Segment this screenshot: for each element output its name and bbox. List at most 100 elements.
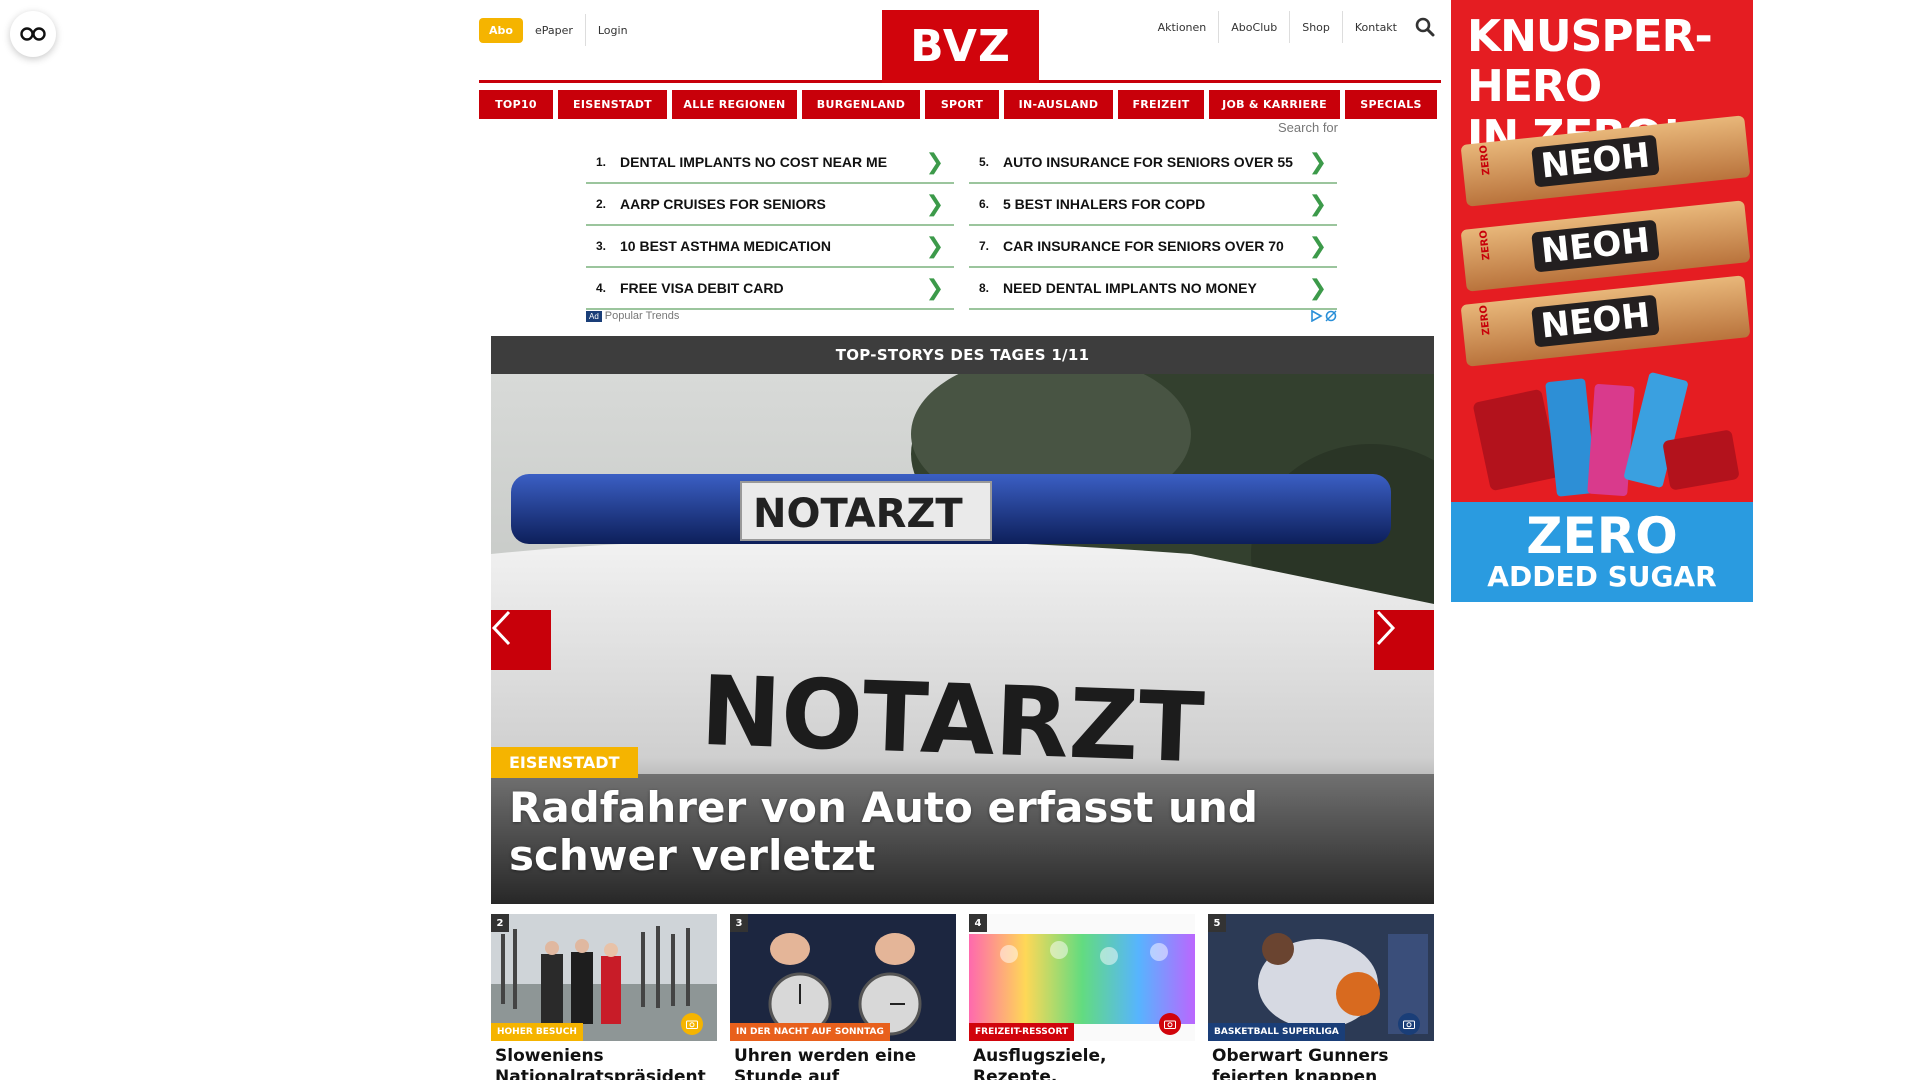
bar-side-text: ZERO (1478, 144, 1493, 176)
chevron-right-icon: ❯ (1308, 233, 1327, 259)
kontakt-link[interactable]: Kontakt (1341, 11, 1409, 43)
trend-text: NEED DENTAL IMPLANTS NO MONEY (1003, 280, 1257, 296)
aboclub-link[interactable]: AboClub (1218, 11, 1289, 43)
image-text-notarzt: NOTARZT (753, 491, 963, 537)
teaser-card[interactable]: 4 FREIZEIT-RESSORT Ausflugsziele, Rezept… (969, 914, 1195, 1080)
teaser-tag: IN DER NACHT AUF SONNTAG (730, 1023, 890, 1041)
prev-slide-button[interactable] (491, 610, 551, 670)
nav-alle-regionen[interactable]: ALLE REGIONEN (672, 90, 797, 119)
trend-link[interactable]: 4. FREE VISA DEBIT CARD ❯ (586, 268, 954, 310)
trend-number: 5. (979, 155, 990, 169)
teaser-title[interactable]: Sloweniens Nationalratspräsident (491, 1046, 717, 1080)
teaser-photo (730, 914, 956, 1041)
epaper-link[interactable]: ePaper (523, 14, 585, 46)
trend-link[interactable]: 7. CAR INSURANCE FOR SENIORS OVER 70 ❯ (969, 226, 1337, 268)
bar-brand: NEOH (1531, 294, 1660, 348)
main-nav: TOP10 EISENSTADT ALLE REGIONEN BURGENLAN… (479, 90, 1441, 119)
site-logo[interactable]: BVZ (882, 10, 1039, 83)
teaser-image[interactable]: 2 HOHER BESUCH (491, 914, 717, 1041)
trend-number: 2. (596, 197, 607, 211)
camera-icon (681, 1013, 703, 1035)
trend-link[interactable]: 2. AARP CRUISES FOR SENIORS ❯ (586, 184, 954, 226)
trend-text: AARP CRUISES FOR SENIORS (620, 196, 826, 212)
shop-link[interactable]: Shop (1289, 11, 1342, 43)
teaser-card[interactable]: 3 IN DER NACHT AUF SONNTAG Uhren werden … (730, 914, 956, 1080)
teaser-image[interactable]: 4 FREIZEIT-RESSORT (969, 914, 1195, 1041)
teaser-card[interactable]: 2 HOHER BESUCH Sloweniens Nationalratspr… (491, 914, 717, 1080)
trend-number: 6. (979, 197, 990, 211)
nav-eisenstadt[interactable]: EISENSTADT (558, 90, 667, 119)
trend-link[interactable]: 8. NEED DENTAL IMPLANTS NO MONEY ❯ (969, 268, 1337, 310)
teaser-rank: 2 (491, 914, 509, 932)
nav-burgenland[interactable]: BURGENLAND (802, 90, 920, 119)
teaser-image[interactable]: 5 BASKETBALL SUPERLIGA (1208, 914, 1434, 1041)
camera-icon (1159, 1013, 1181, 1035)
chevron-right-icon: ❯ (1308, 191, 1327, 217)
hero-image[interactable]: NOTARZT NOTARZT EISENSTADT Radfahrer von… (491, 374, 1434, 904)
product-bar-image: ZERO NEOH (1460, 275, 1751, 367)
page-container: Abo ePaper Login BVZ Aktionen AboClub Sh… (479, 0, 1441, 1080)
aktionen-link[interactable]: Aktionen (1146, 11, 1219, 43)
bar-side-text: ZERO (1478, 304, 1493, 336)
slider-heading: TOP-STORYS DES TAGES 1/11 (491, 336, 1434, 374)
chevron-left-icon (491, 610, 511, 646)
header-right-links: Aktionen AboClub Shop Kontakt (1146, 11, 1441, 43)
trend-text: DENTAL IMPLANTS NO COST NEAR ME (620, 154, 888, 170)
teaser-rank: 4 (969, 914, 987, 932)
trend-text: AUTO INSURANCE FOR SENIORS OVER 55 (1003, 154, 1293, 170)
adchoices-icon[interactable] (1310, 310, 1338, 322)
bar-brand: NEOH (1531, 134, 1660, 188)
bar-side-text: ZERO (1478, 229, 1493, 261)
trends-right-column: 5. AUTO INSURANCE FOR SENIORS OVER 55 ❯ … (969, 142, 1337, 310)
login-link[interactable]: Login (584, 14, 640, 46)
hero-headline[interactable]: Radfahrer von Auto erfasst und schwer ve… (509, 784, 1389, 880)
camera-icon (1398, 1013, 1420, 1035)
teaser-title[interactable]: Oberwart Gunners feierten knappen (1208, 1046, 1434, 1080)
trend-text: FREE VISA DEBIT CARD (620, 280, 784, 296)
nav-specials[interactable]: SPECIALS (1345, 90, 1437, 119)
product-bar-image: ZERO NEOH (1460, 200, 1751, 292)
header-left-links: Abo ePaper Login (479, 14, 640, 46)
chevron-right-icon: ❯ (1308, 275, 1327, 301)
product-packs-image (1473, 372, 1739, 497)
chevron-right-icon: ❯ (1308, 149, 1327, 175)
nav-freizeit[interactable]: FREIZEIT (1118, 90, 1204, 119)
search-for-label: Search for (1278, 120, 1338, 135)
ad-badge: Ad (586, 310, 602, 322)
teaser-title[interactable]: Uhren werden eine Stunde auf Sommerzeit (730, 1046, 956, 1080)
trend-link[interactable]: 6. 5 BEST INHALERS FOR COPD ❯ (969, 184, 1337, 226)
trend-number: 3. (596, 239, 607, 253)
trend-number: 8. (979, 281, 990, 295)
abo-button[interactable]: Abo (479, 17, 523, 43)
trend-number: 1. (596, 155, 607, 169)
nav-job-karriere[interactable]: JOB & KARRIERE (1209, 90, 1340, 119)
ad-zero-text: ZERO (1526, 507, 1678, 565)
ad-attribution: Ad Popular Trends (586, 310, 1338, 322)
teaser-image[interactable]: 3 IN DER NACHT AUF SONNTAG (730, 914, 956, 1041)
nav-sport[interactable]: SPORT (925, 90, 999, 119)
teaser-rank: 5 (1208, 914, 1226, 932)
site-header: Abo ePaper Login BVZ Aktionen AboClub Sh… (479, 0, 1441, 83)
trend-link[interactable]: 1. DENTAL IMPLANTS NO COST NEAR ME ❯ (586, 142, 954, 184)
trend-link[interactable]: 5. AUTO INSURANCE FOR SENIORS OVER 55 ❯ (969, 142, 1337, 184)
story-teasers: 2 HOHER BESUCH Sloweniens Nationalratspr… (491, 914, 1434, 1080)
hero-category-tag[interactable]: EISENSTADT (491, 747, 638, 778)
top-stories-slider: TOP-STORYS DES TAGES 1/11 NOTARZT NOTARZ… (491, 336, 1434, 904)
teaser-card[interactable]: 5 BASKETBALL SUPERLIGA Oberwart Gunners … (1208, 914, 1434, 1080)
nav-in-ausland[interactable]: IN-AUSLAND (1004, 90, 1113, 119)
bar-brand: NEOH (1531, 219, 1660, 273)
trend-link[interactable]: 3. 10 BEST ASTHMA MEDICATION ❯ (586, 226, 954, 268)
teaser-title[interactable]: Ausflugsziele, Rezepte, Gesundheitstipps… (969, 1046, 1195, 1080)
chevron-right-icon (1376, 610, 1396, 646)
trend-text: 5 BEST INHALERS FOR COPD (1003, 196, 1206, 212)
reader-mode-button[interactable] (10, 11, 56, 57)
teaser-rank: 3 (730, 914, 748, 932)
teaser-tag: FREIZEIT-RESSORT (969, 1023, 1075, 1041)
next-slide-button[interactable] (1374, 610, 1434, 670)
nav-top10[interactable]: TOP10 (479, 90, 553, 119)
teaser-tag: BASKETBALL SUPERLIGA (1208, 1023, 1345, 1041)
chevron-right-icon: ❯ (925, 233, 944, 259)
trend-text: 10 BEST ASTHMA MEDICATION (620, 238, 832, 254)
search-icon[interactable] (1409, 11, 1441, 43)
neoh-advertisement[interactable]: KNUSPER-HERO IN ZERO! ZERO NEOH ZERO NEO… (1451, 0, 1753, 602)
